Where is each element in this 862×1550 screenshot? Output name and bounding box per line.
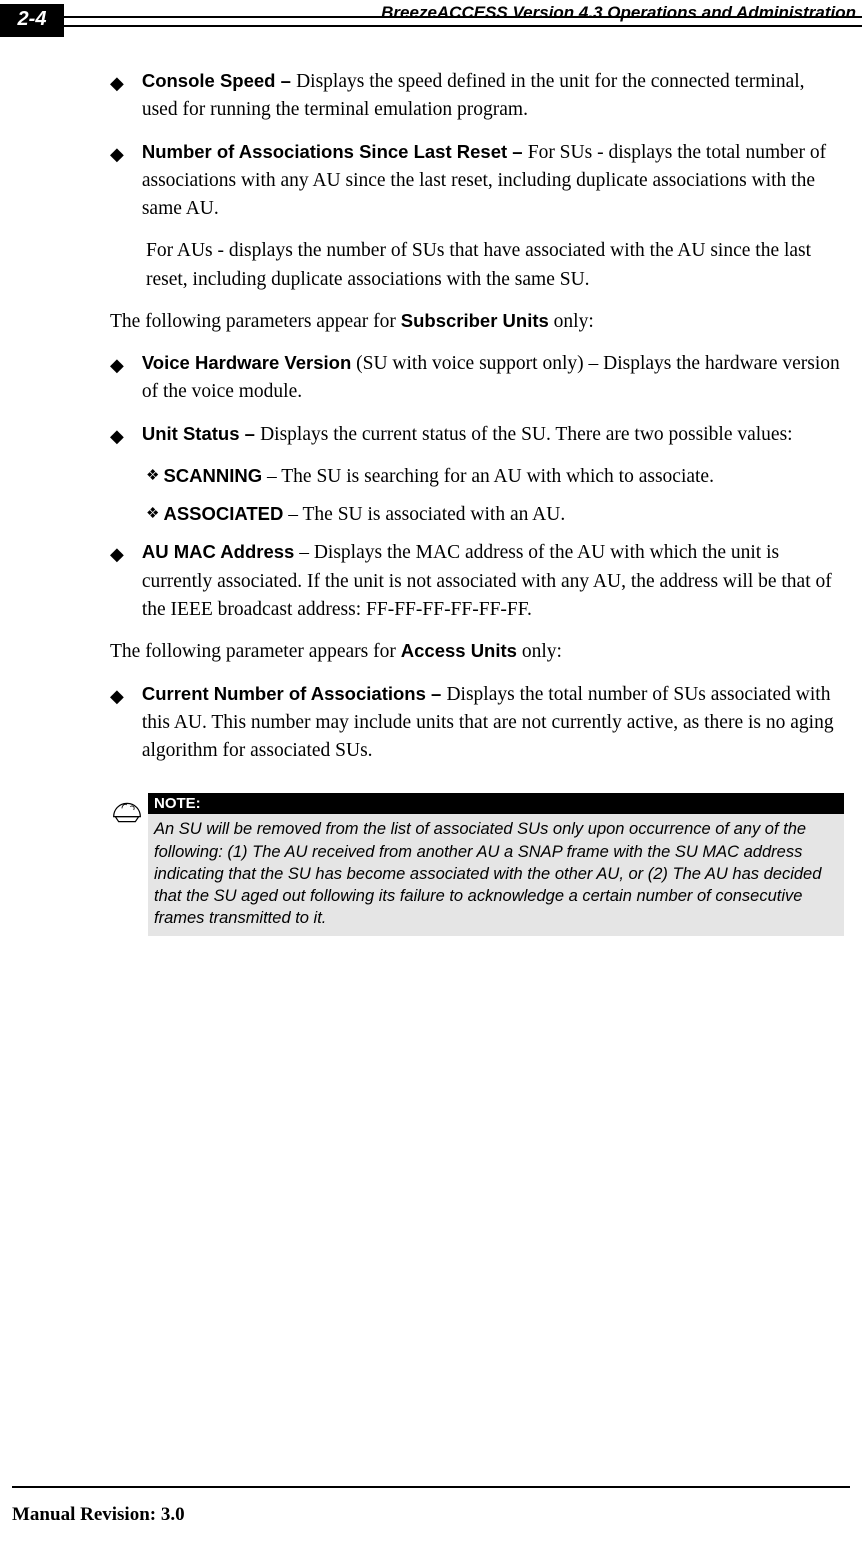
diamond-icon: ◆	[110, 423, 124, 449]
clover-icon: ❖	[146, 466, 159, 491]
intro-pre: The following parameters appear for	[110, 311, 401, 332]
lead-label: Voice Hardware Version	[142, 352, 351, 373]
diamond-icon: ◆	[110, 141, 124, 224]
intro-pre: The following parameter appears for	[110, 641, 401, 662]
page-number-box: 2-4	[0, 4, 64, 37]
note-content: NOTE: An SU will be removed from the lis…	[148, 793, 844, 935]
diamond-icon: ◆	[110, 352, 124, 407]
page-content: ◆ Console Speed – Displays the speed def…	[0, 40, 862, 936]
au-intro: The following parameter appears for Acce…	[110, 638, 844, 666]
body-span: – The SU is searching for an AU with whi…	[262, 466, 714, 487]
su-intro: The following parameters appear for Subs…	[110, 308, 844, 336]
bullet-au-mac: ◆ AU MAC Address – Displays the MAC addr…	[110, 539, 844, 624]
bullet-text: Number of Associations Since Last Reset …	[142, 139, 844, 224]
diamond-icon: ◆	[110, 541, 124, 624]
bullet-current-num: ◆ Current Number of Associations – Displ…	[110, 681, 844, 766]
clover-icon: ❖	[146, 504, 159, 529]
note-block: NOTE: An SU will be removed from the lis…	[110, 793, 844, 935]
note-icon	[110, 793, 148, 935]
intro-post: only:	[517, 641, 562, 662]
bullet-text: Console Speed – Displays the speed defin…	[142, 68, 844, 125]
lead-label: Unit Status –	[142, 423, 260, 444]
diamond-icon: ◆	[110, 70, 124, 125]
body-span: – The SU is associated with an AU.	[283, 504, 565, 525]
bullet-text: Current Number of Associations – Display…	[142, 681, 844, 766]
footer-text: Manual Revision: 3.0	[12, 1504, 850, 1526]
diamond-icon: ◆	[110, 683, 124, 766]
lead-label: Console Speed –	[142, 70, 296, 91]
footer-rule	[12, 1486, 850, 1488]
page-footer: Manual Revision: 3.0	[12, 1486, 850, 1526]
header-title: BreezeACCESS Version 4.3 Operations and …	[64, 3, 862, 27]
bullet-voice-hw: ◆ Voice Hardware Version (SU with voice …	[110, 350, 844, 407]
intro-post: only:	[549, 311, 594, 332]
sub-bullet-associated: ❖ ASSOCIATED – The SU is associated with…	[146, 501, 844, 529]
num-assoc-para2: For AUs - displays the number of SUs tha…	[146, 237, 844, 294]
intro-bold: Subscriber Units	[401, 310, 549, 331]
bullet-text: Voice Hardware Version (SU with voice su…	[142, 350, 844, 407]
bullet-unit-status: ◆ Unit Status – Displays the current sta…	[110, 421, 844, 449]
lead-label: Number of Associations Since Last Reset …	[142, 141, 528, 162]
lead-label: SCANNING	[163, 465, 262, 486]
page-header: 2-4 BreezeACCESS Version 4.3 Operations …	[0, 0, 862, 40]
lead-label: AU MAC Address	[142, 541, 294, 562]
sub-bullet-text: ASSOCIATED – The SU is associated with a…	[163, 501, 844, 529]
body-span: Displays the current status of the SU. T…	[260, 424, 793, 445]
bullet-num-assoc: ◆ Number of Associations Since Last Rese…	[110, 139, 844, 224]
bullet-console-speed: ◆ Console Speed – Displays the speed def…	[110, 68, 844, 125]
bullet-text: Unit Status – Displays the current statu…	[142, 421, 844, 449]
note-header: NOTE:	[148, 793, 844, 814]
sub-bullet-text: SCANNING – The SU is searching for an AU…	[163, 463, 844, 491]
bullet-text: AU MAC Address – Displays the MAC addres…	[142, 539, 844, 624]
lead-label: ASSOCIATED	[163, 503, 283, 524]
header-rule	[64, 16, 862, 18]
note-body: An SU will be removed from the list of a…	[148, 814, 844, 935]
lead-label: Current Number of Associations –	[142, 683, 447, 704]
intro-bold: Access Units	[401, 640, 517, 661]
sub-bullet-scanning: ❖ SCANNING – The SU is searching for an …	[146, 463, 844, 491]
